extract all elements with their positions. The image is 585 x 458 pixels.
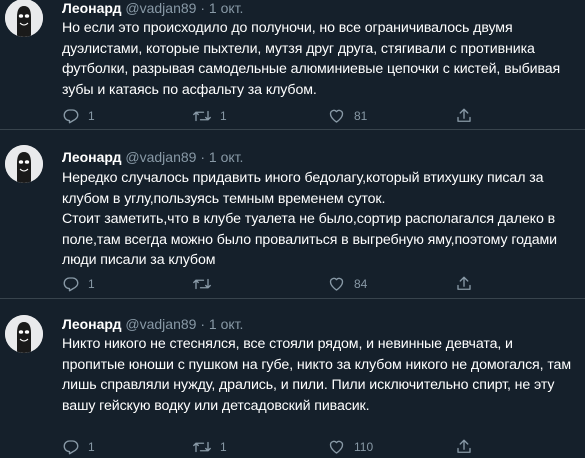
tweet-header: Леонард @vadjan89 · 1 окт. — [62, 0, 243, 17]
like-count: 81 — [354, 109, 368, 123]
reply-count: 1 — [88, 277, 95, 291]
tweet-header: Леонард @vadjan89 · 1 окт. — [62, 315, 243, 333]
like-button[interactable]: 84 — [327, 274, 367, 294]
like-icon — [329, 277, 344, 291]
separator: · — [200, 0, 205, 16]
tweet-date[interactable]: 1 окт. — [209, 0, 244, 16]
author-handle[interactable]: @vadjan89 — [125, 0, 196, 16]
avatar[interactable] — [5, 0, 43, 37]
author-name[interactable]: Леонард — [62, 0, 122, 16]
retweet-button[interactable]: 1 — [192, 437, 227, 457]
like-button[interactable]: 81 — [327, 106, 367, 126]
share-icon — [457, 276, 471, 290]
tweet[interactable]: Леонард @vadjan89 · 1 окт. Но если это п… — [0, 0, 585, 130]
like-count: 84 — [354, 277, 368, 291]
retweet-count: 1 — [220, 440, 227, 454]
like-icon — [329, 109, 344, 123]
retweet-icon — [193, 110, 211, 122]
reply-button[interactable]: 1 — [62, 274, 95, 294]
separator: · — [200, 316, 205, 332]
avatar-mask-icon — [5, 0, 43, 37]
reply-count: 1 — [88, 440, 95, 454]
avatar[interactable] — [5, 315, 43, 353]
reply-button[interactable]: 1 — [62, 437, 95, 457]
tweet-actions: 1 1 81 — [62, 106, 482, 126]
like-button[interactable]: 110 — [327, 437, 373, 457]
like-icon — [329, 440, 344, 454]
reply-button[interactable]: 1 — [62, 106, 95, 126]
tweet-text: Нередко случалось придавить иного бедола… — [62, 170, 558, 268]
share-icon — [457, 439, 471, 453]
tweet-date[interactable]: 1 окт. — [209, 316, 244, 332]
reply-icon — [63, 277, 79, 292]
share-icon — [457, 108, 471, 122]
reply-icon — [63, 440, 79, 455]
reply-count: 1 — [88, 109, 95, 123]
tweet-feed: Леонард @vadjan89 · 1 окт. Но если это п… — [0, 0, 585, 458]
tweet-text: Но если это происходило до полуночи, но … — [62, 20, 561, 98]
like-count: 110 — [354, 440, 374, 454]
retweet-icon — [193, 441, 211, 453]
author-handle[interactable]: @vadjan89 — [125, 149, 196, 165]
tweet-actions: 1 1 110 — [62, 437, 482, 457]
tweet-date[interactable]: 1 окт. — [209, 149, 244, 165]
share-button[interactable] — [455, 437, 481, 457]
author-name[interactable]: Леонард — [62, 149, 122, 165]
tweet-header: Леонард @vadjan89 · 1 окт. — [62, 148, 243, 166]
separator: · — [200, 149, 205, 165]
tweet-actions: 1 84 — [62, 274, 482, 294]
tweet[interactable]: Леонард @vadjan89 · 1 окт. Никто никого … — [0, 299, 585, 458]
share-button[interactable] — [455, 106, 481, 126]
share-button[interactable] — [455, 274, 481, 294]
avatar[interactable] — [5, 145, 43, 183]
retweet-icon — [193, 278, 211, 290]
tweet[interactable]: Леонард @vadjan89 · 1 окт. Нередко случа… — [0, 130, 585, 299]
tweet-text: Никто никого не стеснялся, все стояли ря… — [62, 336, 572, 414]
reply-icon — [63, 109, 79, 124]
author-name[interactable]: Леонард — [62, 316, 122, 332]
retweet-count: 1 — [220, 109, 227, 123]
author-handle[interactable]: @vadjan89 — [125, 316, 196, 332]
avatar-mask-icon — [5, 315, 43, 353]
avatar-mask-icon — [5, 145, 43, 183]
retweet-button[interactable] — [192, 274, 220, 294]
retweet-button[interactable]: 1 — [192, 106, 227, 126]
